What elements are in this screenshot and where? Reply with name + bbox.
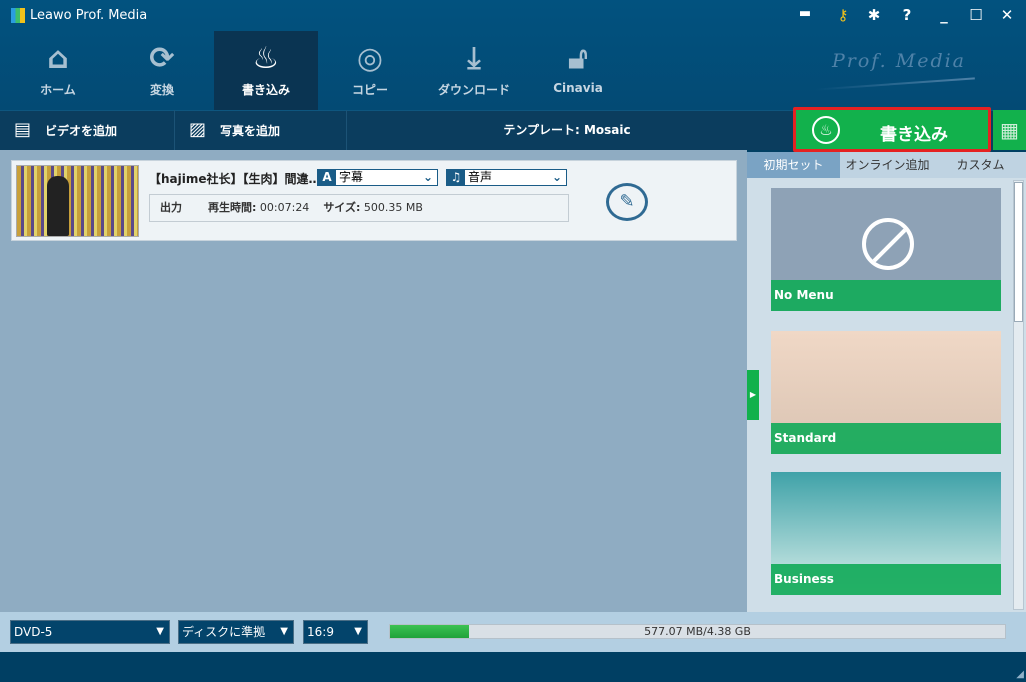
resize-grip-icon[interactable]: ◢ bbox=[1016, 669, 1024, 680]
no-symbol-icon bbox=[862, 218, 914, 270]
chevron-down-icon: ▼ bbox=[280, 626, 288, 637]
nav-convert[interactable]: ⟳ 変換 bbox=[110, 31, 214, 110]
aspect-ratio-value: 16:9 bbox=[307, 625, 334, 639]
aspect-ratio-select[interactable]: 16:9 ▼ bbox=[303, 620, 368, 644]
tab-preset[interactable]: 初期セット bbox=[747, 152, 840, 178]
burn-button[interactable]: ♨ 書き込み bbox=[793, 107, 991, 152]
template-no-menu[interactable]: No Menu bbox=[771, 188, 1001, 311]
download-icon: ⤓ bbox=[467, 41, 481, 76]
unlock-icon: 🔓︎ bbox=[568, 41, 588, 76]
burn-icon: ♨ bbox=[252, 41, 280, 76]
home-icon: ⌂ bbox=[47, 41, 69, 76]
quality-select[interactable]: ディスクに準拠 ▼ bbox=[178, 620, 294, 644]
video-thumbnail bbox=[16, 165, 139, 237]
key-icon[interactable]: ⚷ bbox=[832, 6, 854, 24]
duration-value: 00:07:24 bbox=[259, 201, 310, 214]
subtitle-select[interactable]: A 字幕 ⌄ bbox=[317, 169, 438, 186]
audio-select[interactable]: ♫ 音声 ⌄ bbox=[446, 169, 567, 186]
tab-online[interactable]: オンライン追加 bbox=[840, 152, 935, 178]
disc-usage-bar: 577.07 MB/4.38 GB bbox=[389, 624, 1006, 639]
nav-label: コピー bbox=[351, 83, 388, 97]
quality-value: ディスクに準拠 bbox=[182, 625, 266, 639]
chevron-down-icon: ▼ bbox=[354, 626, 362, 637]
nav-label: 書き込み bbox=[241, 83, 290, 97]
app-title: Leawo Prof. Media bbox=[30, 8, 148, 23]
audio-value: 音声 bbox=[468, 170, 493, 184]
chevron-down-icon: ⌄ bbox=[551, 170, 562, 184]
nav-download[interactable]: ⤓ ダウンロード bbox=[422, 31, 526, 110]
video-title: 【hajime社长】【生肉】間違… bbox=[149, 172, 321, 186]
size-label: サイズ: bbox=[323, 201, 361, 214]
nav-label: ダウンロード bbox=[437, 83, 510, 97]
duration-label: 再生時間: bbox=[208, 201, 257, 214]
burn-icon: ♨ bbox=[812, 116, 840, 144]
photo-add-icon: ▨ bbox=[189, 119, 207, 140]
chat-icon[interactable]: ▬ bbox=[794, 6, 816, 21]
nav-home[interactable]: ⌂ ホーム bbox=[6, 31, 110, 110]
add-video-button[interactable]: ▤ ビデオを追加 bbox=[0, 110, 175, 150]
nav-label: ホーム bbox=[40, 83, 76, 97]
help-icon[interactable]: ? bbox=[896, 6, 918, 24]
scrollbar-thumb[interactable] bbox=[1014, 182, 1023, 322]
nav-cinavia[interactable]: 🔓︎ Cinavia bbox=[526, 31, 630, 110]
music-note-icon: ♫ bbox=[447, 170, 465, 185]
subtitle-value: 字幕 bbox=[339, 170, 364, 184]
nav-label: Cinavia bbox=[553, 81, 603, 95]
nav-burn[interactable]: ♨ 書き込み bbox=[214, 31, 318, 110]
tab-custom[interactable]: カスタム bbox=[935, 152, 1026, 178]
video-info: 出力 再生時間: 00:07:24 サイズ: 500.35 MB bbox=[149, 194, 569, 222]
add-photo-label: 写真を追加 bbox=[220, 124, 281, 138]
grid-view-icon[interactable]: ▦ bbox=[993, 110, 1026, 150]
copy-icon: ◎ bbox=[356, 41, 384, 76]
add-photo-button[interactable]: ▨ 写真を追加 bbox=[175, 110, 347, 150]
add-video-label: ビデオを追加 bbox=[45, 124, 118, 138]
template-label: Standard bbox=[771, 423, 1001, 454]
edit-video-icon[interactable]: ✎ bbox=[606, 183, 648, 221]
convert-icon: ⟳ bbox=[149, 41, 175, 76]
disc-usage-text: 577.07 MB/4.38 GB bbox=[644, 625, 751, 638]
size-value: 500.35 MB bbox=[363, 201, 423, 214]
template-label: No Menu bbox=[771, 280, 1001, 311]
app-logo bbox=[11, 8, 25, 23]
close-icon[interactable]: ✕ bbox=[996, 6, 1018, 24]
template-label: Business bbox=[771, 564, 1001, 595]
chevron-down-icon: ⌄ bbox=[422, 170, 433, 184]
video-item[interactable]: 【hajime社长】【生肉】間違… A 字幕 ⌄ ♫ 音声 ⌄ 出力 再生時間: 00:0… bbox=[11, 160, 737, 241]
panel-toggle-icon[interactable]: ▶ bbox=[747, 370, 759, 420]
thumbnail-person bbox=[47, 176, 69, 236]
brand-logo: Prof. Media bbox=[832, 50, 967, 72]
template-business[interactable]: Business bbox=[771, 472, 1001, 595]
template-name: テンプレート: Mosaic bbox=[503, 123, 631, 137]
subtitle-icon: A bbox=[318, 170, 336, 185]
film-add-icon: ▤ bbox=[14, 119, 32, 140]
disc-type-value: DVD-5 bbox=[14, 625, 53, 639]
disc-type-select[interactable]: DVD-5 ▼ bbox=[10, 620, 170, 644]
template-standard[interactable]: Standard bbox=[771, 331, 1001, 454]
minimize-icon[interactable]: _ bbox=[933, 6, 955, 24]
chevron-down-icon: ▼ bbox=[156, 626, 164, 637]
output-label: 出力 bbox=[160, 201, 182, 214]
nav-label: 変換 bbox=[149, 83, 174, 97]
gear-icon[interactable]: ✱ bbox=[863, 6, 885, 24]
burn-label: 書き込み bbox=[880, 125, 948, 145]
nav-copy[interactable]: ◎ コピー bbox=[318, 31, 422, 110]
maximize-icon[interactable]: ☐ bbox=[965, 6, 987, 24]
